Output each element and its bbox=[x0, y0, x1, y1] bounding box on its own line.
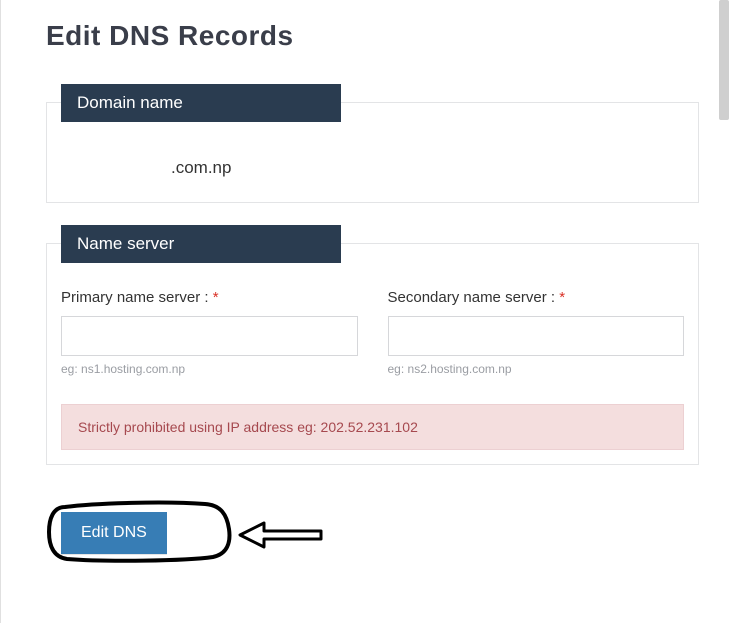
secondary-ns-hint: eg: ns2.hosting.com.np bbox=[388, 362, 685, 376]
primary-ns-label: Primary name server : * bbox=[61, 289, 358, 306]
name-server-row: Primary name server : * eg: ns1.hosting.… bbox=[61, 289, 684, 376]
domain-name-legend: Domain name bbox=[61, 84, 341, 122]
name-server-legend: Name server bbox=[61, 225, 341, 263]
page-wrapper: Edit DNS Records Domain name .com.np Nam… bbox=[16, 0, 729, 585]
secondary-ns-input[interactable] bbox=[388, 316, 685, 356]
ip-warning-alert: Strictly prohibited using IP address eg:… bbox=[61, 404, 684, 450]
domain-name-fieldset: Domain name .com.np bbox=[46, 102, 699, 203]
primary-ns-col: Primary name server : * eg: ns1.hosting.… bbox=[61, 289, 358, 376]
required-marker: * bbox=[213, 289, 219, 306]
name-server-fieldset: Name server Primary name server : * eg: … bbox=[46, 243, 699, 465]
annotation-arrow-icon bbox=[236, 519, 326, 551]
edit-dns-button[interactable]: Edit DNS bbox=[61, 512, 167, 554]
secondary-ns-label: Secondary name server : * bbox=[388, 289, 685, 306]
page-title: Edit DNS Records bbox=[46, 20, 699, 52]
required-marker: * bbox=[559, 289, 565, 306]
primary-ns-input[interactable] bbox=[61, 316, 358, 356]
secondary-ns-label-text: Secondary name server : bbox=[388, 289, 560, 306]
secondary-ns-col: Secondary name server : * eg: ns2.hostin… bbox=[388, 289, 685, 376]
primary-ns-label-text: Primary name server : bbox=[61, 289, 213, 306]
scrollbar-thumb[interactable] bbox=[719, 0, 729, 120]
domain-name-value: .com.np bbox=[61, 148, 684, 188]
submit-area: Edit DNS bbox=[46, 505, 699, 565]
primary-ns-hint: eg: ns1.hosting.com.np bbox=[61, 362, 358, 376]
